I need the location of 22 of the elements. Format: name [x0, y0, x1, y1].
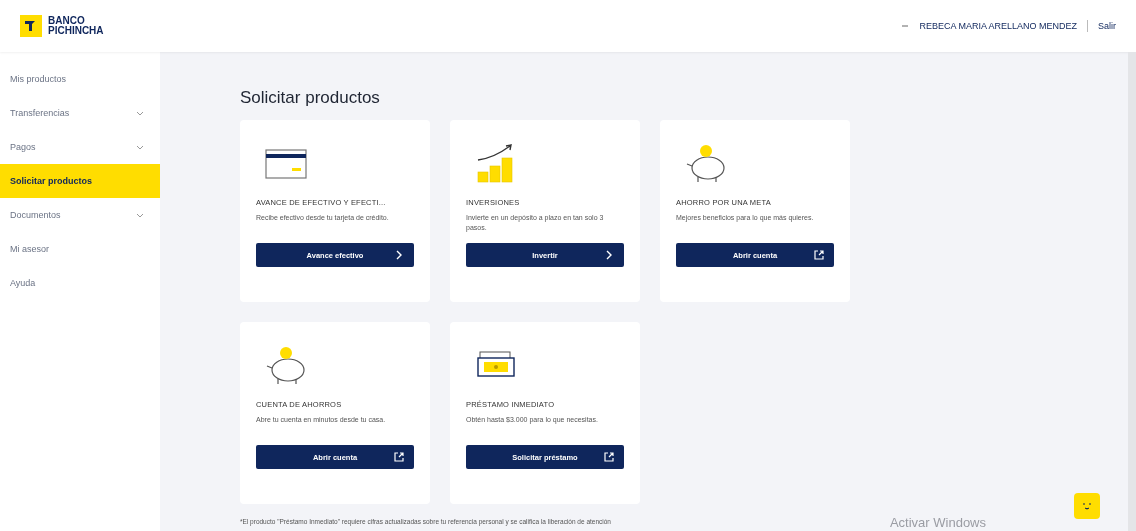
scrollbar[interactable]: [1128, 52, 1136, 531]
page-title: Solicitar productos: [240, 88, 381, 108]
sidebar-item[interactable]: Solicitar productos: [0, 164, 160, 198]
sidebar-item[interactable]: Transferencias: [0, 96, 160, 130]
sidebar-item[interactable]: Documentos: [0, 198, 160, 232]
external-link-icon: [394, 452, 404, 462]
smiley-icon: [1080, 500, 1094, 512]
logout-link[interactable]: Salir: [1098, 21, 1116, 31]
external-link-icon: [814, 250, 824, 260]
os-watermark-text: Activar Windows: [889, 515, 986, 530]
sidebar-item[interactable]: Mi asesor: [0, 232, 160, 266]
logo-icon: [20, 15, 42, 37]
sidebar-item[interactable]: Ayuda: [0, 266, 160, 300]
chevron-right-icon: [604, 250, 614, 260]
chevron-right-icon: [394, 250, 404, 260]
logo-text: BANCO: [48, 16, 86, 26]
logo-text: PICHINCHA: [48, 26, 104, 36]
user-name: REBECA MARIA ARELLANO MENDEZ: [919, 21, 1077, 31]
sidebar-item[interactable]: Mis productos: [0, 62, 160, 96]
sidebar-item[interactable]: Pagos: [0, 130, 160, 164]
external-link-icon: [604, 452, 614, 462]
chat-button[interactable]: [1074, 493, 1100, 519]
